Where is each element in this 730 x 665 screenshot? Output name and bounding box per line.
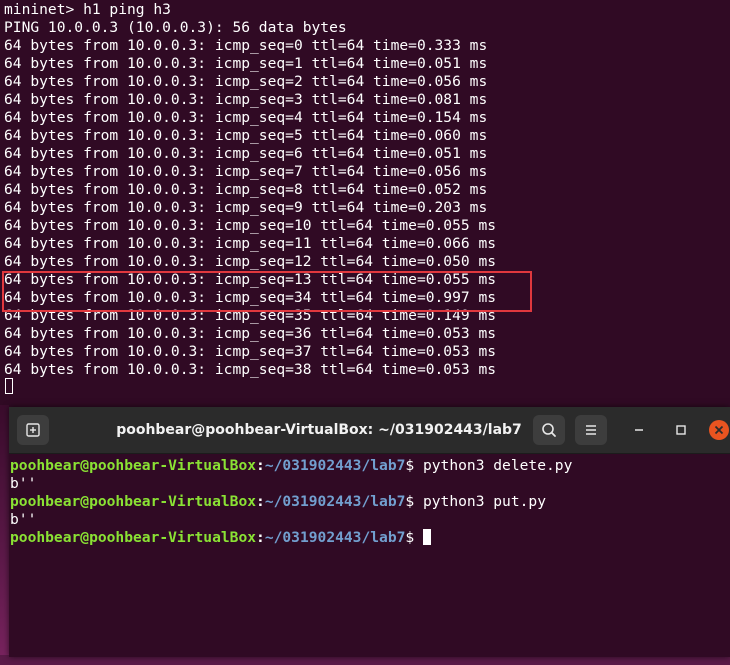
terminal-line: 64 bytes from 10.0.0.3: icmp_seq=8 ttl=6… bbox=[4, 181, 488, 198]
terminal-line: 64 bytes from 10.0.0.3: icmp_seq=37 ttl=… bbox=[4, 343, 497, 360]
terminal-cursor bbox=[5, 378, 13, 394]
window-titlebar[interactable]: poohbear@poohbear-VirtualBox: ~/03190244… bbox=[9, 407, 730, 454]
terminal-line: 64 bytes from 10.0.0.3: icmp_seq=4 ttl=6… bbox=[4, 109, 488, 126]
prompt-symbol: $ bbox=[405, 529, 423, 546]
red-highlight-annotation bbox=[2, 271, 532, 312]
terminal-line: 64 bytes from 10.0.0.3: icmp_seq=2 ttl=6… bbox=[4, 73, 488, 90]
prompt-symbol: $ bbox=[405, 493, 423, 510]
terminal-line: 64 bytes from 10.0.0.3: icmp_seq=9 ttl=6… bbox=[4, 199, 488, 216]
prompt-user-host: poohbear@poohbear-VirtualBox bbox=[10, 457, 257, 474]
close-icon bbox=[714, 425, 724, 435]
maximize-button[interactable] bbox=[671, 420, 691, 440]
terminal-line: 64 bytes from 10.0.0.3: icmp_seq=12 ttl=… bbox=[4, 253, 497, 270]
prompt-user-host: poohbear@poohbear-VirtualBox bbox=[10, 493, 257, 510]
terminal-line: 64 bytes from 10.0.0.3: icmp_seq=11 ttl=… bbox=[4, 235, 497, 252]
terminal-line: 64 bytes from 10.0.0.3: icmp_seq=3 ttl=6… bbox=[4, 91, 488, 108]
mininet-terminal[interactable]: mininet> h1 ping h3 PING 10.0.0.3 (10.0.… bbox=[0, 0, 730, 405]
terminal-line: 64 bytes from 10.0.0.3: icmp_seq=5 ttl=6… bbox=[4, 127, 488, 144]
prompt-user-host: poohbear@poohbear-VirtualBox bbox=[10, 529, 257, 546]
terminal-line: mininet> h1 ping h3 bbox=[4, 1, 171, 18]
terminal-line: 64 bytes from 10.0.0.3: icmp_seq=10 ttl=… bbox=[4, 217, 497, 234]
terminal-content[interactable]: poohbear@poohbear-VirtualBox:~/031902443… bbox=[10, 457, 572, 547]
new-tab-icon bbox=[26, 423, 40, 437]
prompt-path: ~/031902443/lab7 bbox=[264, 493, 406, 510]
active-prompt-line[interactable]: poohbear@poohbear-VirtualBox:~/031902443… bbox=[10, 529, 572, 547]
prompt-separator: : bbox=[256, 493, 265, 510]
minimize-icon bbox=[635, 429, 643, 431]
prompt-path: ~/031902443/lab7 bbox=[264, 529, 406, 546]
command-text: python3 delete.py bbox=[422, 457, 573, 474]
command-output: b'' bbox=[10, 511, 37, 528]
terminal-line: 64 bytes from 10.0.0.3: icmp_seq=0 ttl=6… bbox=[4, 37, 488, 54]
terminal-line: 64 bytes from 10.0.0.3: icmp_seq=38 ttl=… bbox=[4, 361, 497, 378]
terminal-line: PING 10.0.0.3 (10.0.0.3): 56 data bytes bbox=[4, 19, 347, 36]
maximize-icon bbox=[676, 425, 686, 435]
command-output: b'' bbox=[10, 475, 37, 492]
terminal-window[interactable]: poohbear@poohbear-VirtualBox: ~/03190244… bbox=[9, 407, 730, 657]
hamburger-menu-icon bbox=[586, 425, 596, 435]
close-button[interactable] bbox=[709, 420, 729, 440]
new-tab-button[interactable] bbox=[17, 415, 49, 445]
search-button[interactable] bbox=[533, 415, 565, 445]
command-text: python3 put.py bbox=[422, 493, 546, 510]
window-title: poohbear@poohbear-VirtualBox: ~/03190244… bbox=[116, 422, 522, 438]
prompt-path: ~/031902443/lab7 bbox=[264, 457, 406, 474]
ping-output: mininet> h1 ping h3 PING 10.0.0.3 (10.0.… bbox=[4, 1, 496, 379]
command-line: poohbear@poohbear-VirtualBox:~/031902443… bbox=[10, 457, 572, 475]
prompt-symbol: $ bbox=[405, 457, 423, 474]
menu-button[interactable] bbox=[575, 415, 607, 445]
prompt-separator: : bbox=[256, 457, 265, 474]
terminal-line: 64 bytes from 10.0.0.3: icmp_seq=1 ttl=6… bbox=[4, 55, 488, 72]
minimize-button[interactable] bbox=[629, 420, 649, 440]
terminal-line: 64 bytes from 10.0.0.3: icmp_seq=36 ttl=… bbox=[4, 325, 497, 342]
terminal-line: 64 bytes from 10.0.0.3: icmp_seq=7 ttl=6… bbox=[4, 163, 488, 180]
command-line: poohbear@poohbear-VirtualBox:~/031902443… bbox=[10, 493, 572, 511]
desktop-background bbox=[0, 405, 9, 665]
terminal-cursor bbox=[422, 529, 431, 545]
prompt-separator: : bbox=[256, 529, 265, 546]
search-icon bbox=[542, 423, 556, 437]
terminal-line: 64 bytes from 10.0.0.3: icmp_seq=6 ttl=6… bbox=[4, 145, 488, 162]
